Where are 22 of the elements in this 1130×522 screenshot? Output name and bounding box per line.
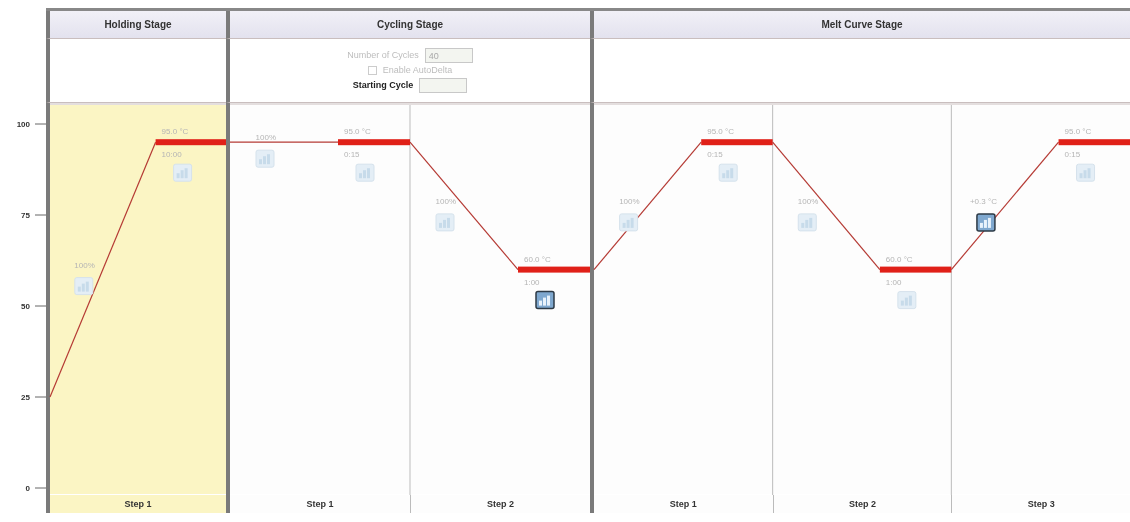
time-label: 0:15	[1064, 150, 1081, 160]
temperature-label: 95.0 °C	[161, 127, 189, 137]
time-label: 0:15	[707, 150, 723, 160]
time-label: 0:15	[344, 150, 360, 160]
step-label: Step 1	[46, 495, 226, 513]
field-label: Starting Cycle	[352, 81, 414, 90]
axis-tick-label: 100	[16, 120, 30, 129]
temperature-label: 60.0 °C	[885, 254, 913, 264]
time-label: 1:00	[524, 277, 540, 287]
ramp-rate-label: 100%	[255, 133, 276, 143]
ramp-rate-label: 100%	[619, 196, 640, 206]
ramp-rate-label: 100%	[74, 260, 95, 270]
axis-tick-label: 0	[25, 484, 30, 493]
temperature-label: 95.0 °C	[1064, 127, 1092, 137]
stage-title: Cycling Stage	[376, 18, 444, 32]
checkbox-label: Enable AutoDelta	[382, 66, 453, 75]
axis-tick-label: 50	[21, 302, 30, 311]
axis-tick-label: 25	[21, 393, 30, 402]
axis-tick-label: 75	[21, 211, 30, 220]
stage-title: Melt Curve Stage	[821, 18, 903, 32]
stage-title: Holding Stage	[104, 18, 172, 32]
ramp-rate-label: 100%	[435, 196, 456, 206]
